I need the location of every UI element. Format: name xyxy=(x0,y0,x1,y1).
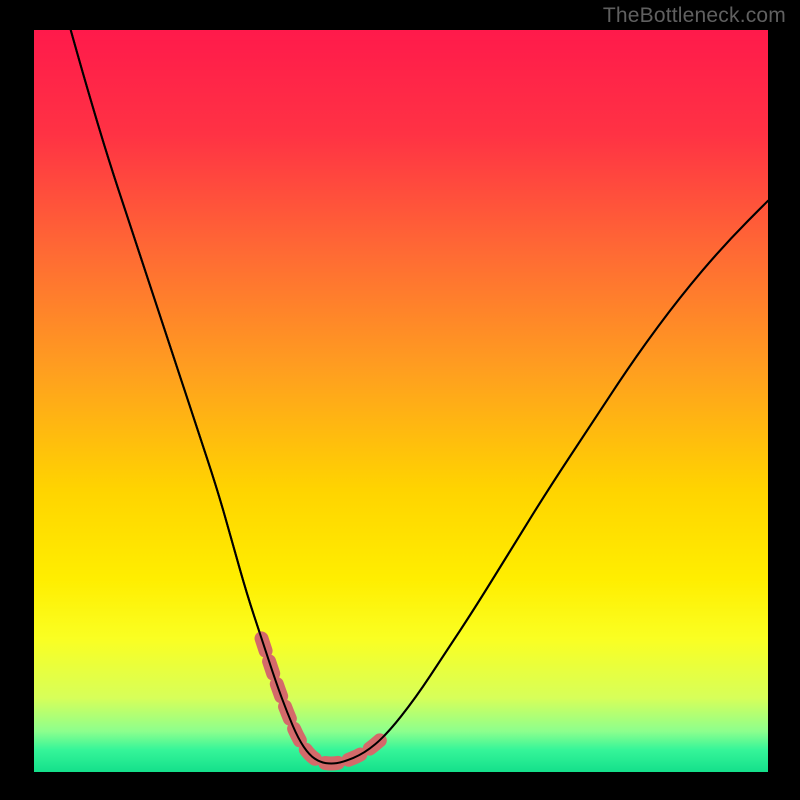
curve-path-overlay xyxy=(71,30,768,763)
plot-area xyxy=(34,30,768,772)
chart-frame: TheBottleneck.com xyxy=(0,0,800,800)
bottleneck-curve xyxy=(34,30,768,772)
curve-path xyxy=(71,30,768,763)
curve-highlight xyxy=(262,638,387,763)
watermark-text: TheBottleneck.com xyxy=(603,4,786,28)
